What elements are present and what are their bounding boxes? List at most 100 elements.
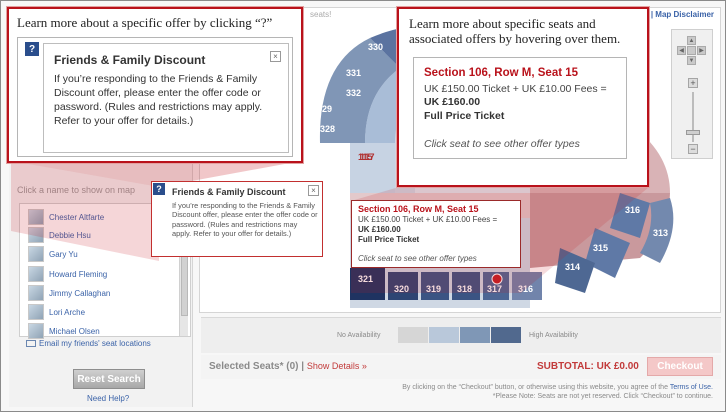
offer-callout-card: ? × Friends & Family Discount If you’re … bbox=[17, 37, 293, 157]
offer-detail-title: Friends & Family Discount bbox=[54, 53, 206, 67]
section-label: 329 bbox=[317, 104, 332, 114]
avatar bbox=[28, 209, 44, 225]
section-label: 317 bbox=[487, 284, 502, 294]
friend-name[interactable]: Howard Fleming bbox=[49, 270, 107, 279]
avatar bbox=[28, 323, 44, 339]
zoom-slider-knob[interactable] bbox=[686, 130, 700, 135]
pan-down-icon[interactable]: ▼ bbox=[687, 56, 696, 65]
friend-name[interactable]: Lori Arche bbox=[49, 308, 85, 317]
zoom-out-button[interactable]: − bbox=[688, 144, 698, 154]
zoom-control: ▲ ◀ ▶ ▼ + − bbox=[671, 29, 713, 159]
friend-item[interactable]: Michael Olsen bbox=[28, 322, 100, 340]
selection-bar: Selected Seats* (0) | Show Details » SUB… bbox=[201, 355, 721, 379]
section-label: 313 bbox=[653, 228, 668, 238]
terms-text: By clicking on the “Checkout” button, or… bbox=[402, 384, 668, 391]
seat-callout: Learn more about specific seats and asso… bbox=[397, 7, 649, 187]
friend-item[interactable]: Jimmy Callaghan bbox=[28, 284, 110, 302]
section-label: 332 bbox=[346, 88, 361, 98]
seat-tooltip: Section 106, Row M, Seat 15 UK £150.00 T… bbox=[351, 200, 521, 268]
availability-swatch bbox=[460, 327, 490, 343]
section-bottom[interactable] bbox=[350, 268, 385, 300]
seat-detail-hint: Click seat to see other offer types bbox=[424, 138, 580, 150]
availability-swatch bbox=[491, 327, 521, 343]
terms-line: By clicking on the “Checkout” button, or… bbox=[201, 383, 713, 392]
offer-tooltip-title: Friends & Family Discount bbox=[172, 187, 286, 197]
selected-seat-marker[interactable] bbox=[491, 273, 503, 285]
app-frame: Click a name to show on map Chester Altf… bbox=[0, 0, 726, 412]
zoom-in-button[interactable]: + bbox=[688, 78, 698, 88]
avatar bbox=[28, 304, 44, 320]
close-icon[interactable]: × bbox=[270, 51, 281, 62]
show-details-link[interactable]: Show Details » bbox=[307, 361, 367, 371]
avatar bbox=[28, 246, 44, 262]
selected-seats-count: Selected Seats* (0) | bbox=[209, 361, 307, 372]
section-label: 316 bbox=[625, 205, 640, 215]
envelope-icon bbox=[26, 340, 36, 347]
friend-name[interactable]: Michael Olsen bbox=[49, 327, 100, 336]
seat-tooltip-title: Section 106, Row M, Seat 15 bbox=[358, 204, 479, 214]
friend-name[interactable]: Chester Altfarte bbox=[49, 213, 104, 222]
help-question-icon[interactable]: ? bbox=[25, 42, 39, 56]
section-label: 319 bbox=[426, 284, 441, 294]
pan-right-icon[interactable]: ▶ bbox=[697, 46, 706, 55]
avatar bbox=[28, 227, 44, 243]
section-label: 315 bbox=[593, 243, 608, 253]
section-label: 327 bbox=[332, 142, 347, 152]
seat-detail-price: UK £150.00 Ticket + UK £10.00 Fees = bbox=[424, 83, 607, 95]
section-lower-ring[interactable] bbox=[350, 143, 395, 193]
offer-tooltip: ? × Friends & Family Discount If you’re … bbox=[151, 181, 323, 257]
checkout-button[interactable]: Checkout bbox=[647, 357, 713, 376]
pan-center-icon[interactable] bbox=[687, 46, 696, 55]
need-help-link[interactable]: Need Help? bbox=[87, 394, 129, 403]
offer-detail-body: If you’re responding to the Friends & Fa… bbox=[54, 73, 263, 127]
section-label: 314 bbox=[565, 262, 580, 272]
section-label: 115 bbox=[358, 152, 373, 162]
availability-swatch bbox=[429, 327, 459, 343]
seat-tooltip-total: UK £160.00 bbox=[358, 225, 401, 234]
pan-control: ▲ ◀ ▶ ▼ bbox=[677, 36, 707, 66]
friend-name[interactable]: Gary Yu bbox=[49, 250, 78, 259]
offer-callout-title: Learn more about a specific offer by cli… bbox=[17, 15, 273, 30]
friend-name[interactable]: Jimmy Callaghan bbox=[49, 289, 110, 298]
section-label: 116 bbox=[328, 152, 343, 162]
friends-heading: Click a name to show on map bbox=[17, 185, 136, 195]
seat-detail-box: Section 106, Row M, Seat 15 UK £150.00 T… bbox=[413, 57, 627, 159]
reset-search-button[interactable]: Reset Search bbox=[73, 369, 145, 389]
section-label: 331 bbox=[346, 68, 361, 78]
terms-notice: By clicking on the “Checkout” button, or… bbox=[201, 383, 713, 401]
selected-seats-label: Selected Seats* (0) | Show Details » bbox=[209, 361, 367, 372]
friend-item[interactable]: Debbie Hsu bbox=[28, 226, 91, 244]
availability-legend: No Availability High Availability bbox=[201, 317, 721, 353]
section-label: 330 bbox=[368, 42, 383, 52]
offer-callout: Learn more about a specific offer by cli… bbox=[7, 7, 303, 163]
section-label: 320 bbox=[394, 284, 409, 294]
availability-swatch bbox=[398, 327, 428, 343]
section-label: 318 bbox=[457, 284, 472, 294]
seat-detail-total: UK £160.00 bbox=[424, 96, 481, 108]
avatar bbox=[28, 266, 44, 282]
pan-up-icon[interactable]: ▲ bbox=[687, 36, 696, 45]
subtotal: SUBTOTAL: UK £0.00 bbox=[537, 361, 639, 372]
friend-item[interactable]: Chester Altfarte bbox=[28, 208, 104, 226]
seat-detail-title: Section 106, Row M, Seat 15 bbox=[424, 67, 579, 79]
close-icon[interactable]: × bbox=[308, 185, 319, 196]
reservation-note: *Please Note: Seats are not yet reserved… bbox=[492, 393, 713, 400]
friend-item[interactable]: Howard Fleming bbox=[28, 265, 107, 283]
friend-name[interactable]: Debbie Hsu bbox=[49, 231, 91, 240]
terms-of-use-link[interactable]: Terms of Use. bbox=[670, 384, 713, 391]
section-label: 321 bbox=[358, 274, 373, 284]
section-label: 316 bbox=[518, 284, 533, 294]
help-question-icon[interactable]: ? bbox=[153, 183, 165, 195]
friend-item[interactable]: Lori Arche bbox=[28, 303, 85, 321]
email-friends-link[interactable]: Email my friends' seat locations bbox=[26, 339, 151, 348]
offer-tooltip-body: If you’re responding to the Friends & Fa… bbox=[172, 201, 318, 239]
pan-left-icon[interactable]: ◀ bbox=[677, 46, 686, 55]
high-availability-label: High Availability bbox=[529, 332, 578, 339]
friend-item[interactable]: Gary Yu bbox=[28, 245, 78, 263]
offer-detail-box: × Friends & Family Discount If you’re re… bbox=[43, 43, 289, 153]
seat-tooltip-hint: Click seat to see other offer types bbox=[358, 254, 477, 263]
seat-tooltip-type: Full Price Ticket bbox=[358, 235, 420, 244]
avatar bbox=[28, 285, 44, 301]
seat-tooltip-price: UK £150.00 Ticket + UK £10.00 Fees = bbox=[358, 215, 498, 224]
email-friends-label[interactable]: Email my friends' seat locations bbox=[39, 339, 151, 348]
